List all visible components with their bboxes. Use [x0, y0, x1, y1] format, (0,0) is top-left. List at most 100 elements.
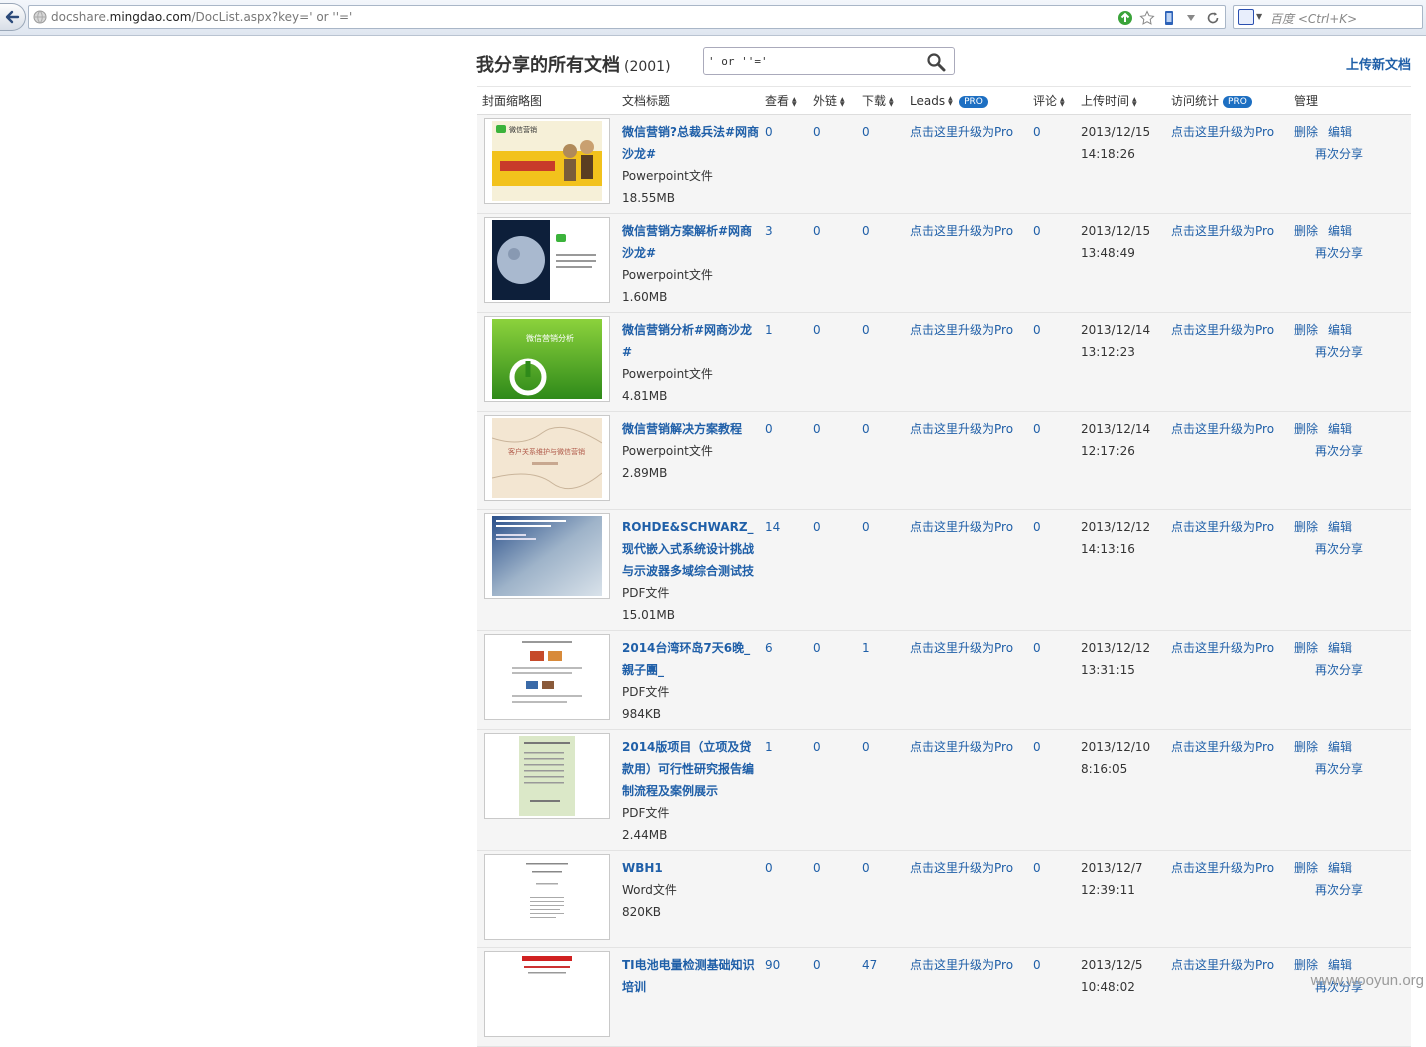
- downloads-count[interactable]: 0: [862, 740, 870, 754]
- document-thumbnail[interactable]: [484, 951, 610, 1037]
- document-thumbnail[interactable]: [484, 513, 610, 599]
- external-count[interactable]: 0: [813, 323, 821, 337]
- edit-link[interactable]: 编辑: [1328, 641, 1352, 655]
- downloads-count[interactable]: 0: [862, 125, 870, 139]
- reshare-link[interactable]: 再次分享: [1294, 341, 1401, 363]
- downloads-count[interactable]: 47: [862, 958, 877, 972]
- external-count[interactable]: 0: [813, 422, 821, 436]
- external-count[interactable]: 0: [813, 861, 821, 875]
- document-thumbnail[interactable]: 微信营销分析: [484, 316, 610, 402]
- column-header-leads[interactable]: Leads▲▼PRO: [905, 87, 1028, 115]
- column-header-views[interactable]: 查看▲▼: [760, 87, 808, 115]
- views-count[interactable]: 1: [765, 323, 773, 337]
- downloads-count[interactable]: 0: [862, 520, 870, 534]
- reshare-link[interactable]: 再次分享: [1294, 440, 1401, 462]
- document-thumbnail[interactable]: [484, 217, 610, 303]
- external-count[interactable]: 0: [813, 520, 821, 534]
- downloads-count[interactable]: 0: [862, 422, 870, 436]
- leads-upgrade-link[interactable]: 点击这里升级为Pro: [910, 422, 1013, 436]
- search-icon[interactable]: [926, 52, 946, 72]
- document-title-link[interactable]: 2014版项目（立项及贷款用）可行性研究报告编制流程及案例展示: [622, 736, 760, 802]
- document-title-link[interactable]: 微信营销分析#网商沙龙#: [622, 319, 760, 363]
- stats-upgrade-link[interactable]: 点击这里升级为Pro: [1171, 740, 1274, 754]
- dropdown-icon[interactable]: [1183, 10, 1199, 26]
- downloads-count[interactable]: 1: [862, 641, 870, 655]
- leads-upgrade-link[interactable]: 点击这里升级为Pro: [910, 740, 1013, 754]
- document-title-link[interactable]: 微信营销?总裁兵法#网商沙龙#: [622, 121, 760, 165]
- views-count[interactable]: 0: [765, 125, 773, 139]
- edit-link[interactable]: 编辑: [1328, 125, 1352, 139]
- edit-link[interactable]: 编辑: [1328, 958, 1352, 972]
- column-header-external[interactable]: 外链▲▼: [808, 87, 857, 115]
- address-bar[interactable]: docshare.mingdao.com/DocList.aspx?key=' …: [28, 5, 1226, 29]
- delete-link[interactable]: 删除: [1294, 641, 1318, 655]
- green-go-icon[interactable]: [1117, 10, 1133, 26]
- browser-search-bar[interactable]: ▼ 百度 <Ctrl+K>: [1233, 5, 1423, 29]
- views-count[interactable]: 3: [765, 224, 773, 238]
- leads-upgrade-link[interactable]: 点击这里升级为Pro: [910, 641, 1013, 655]
- stats-upgrade-link[interactable]: 点击这里升级为Pro: [1171, 224, 1274, 238]
- views-count[interactable]: 14: [765, 520, 780, 534]
- edit-link[interactable]: 编辑: [1328, 861, 1352, 875]
- document-title-link[interactable]: 2014台湾环岛7天6晚_親子團_: [622, 637, 760, 681]
- external-count[interactable]: 0: [813, 641, 821, 655]
- downloads-count[interactable]: 0: [862, 224, 870, 238]
- edit-link[interactable]: 编辑: [1328, 224, 1352, 238]
- search-engine-dropdown-icon[interactable]: ▼: [1256, 12, 1262, 21]
- document-thumbnail[interactable]: 客户关系维护与微信营销: [484, 415, 610, 501]
- leads-upgrade-link[interactable]: 点击这里升级为Pro: [910, 520, 1013, 534]
- leads-upgrade-link[interactable]: 点击这里升级为Pro: [910, 861, 1013, 875]
- document-thumbnail[interactable]: [484, 634, 610, 720]
- mobile-icon[interactable]: [1161, 10, 1177, 26]
- column-header-upload-time[interactable]: 上传时间▲▼: [1076, 87, 1166, 115]
- delete-link[interactable]: 删除: [1294, 125, 1318, 139]
- comments-count[interactable]: 0: [1033, 520, 1041, 534]
- external-count[interactable]: 0: [813, 740, 821, 754]
- edit-link[interactable]: 编辑: [1328, 740, 1352, 754]
- reshare-link[interactable]: 再次分享: [1294, 659, 1401, 681]
- delete-link[interactable]: 删除: [1294, 958, 1318, 972]
- external-count[interactable]: 0: [813, 125, 821, 139]
- document-thumbnail[interactable]: [484, 733, 610, 819]
- stats-upgrade-link[interactable]: 点击这里升级为Pro: [1171, 861, 1274, 875]
- comments-count[interactable]: 0: [1033, 323, 1041, 337]
- reshare-link[interactable]: 再次分享: [1294, 758, 1401, 780]
- stats-upgrade-link[interactable]: 点击这里升级为Pro: [1171, 520, 1274, 534]
- comments-count[interactable]: 0: [1033, 740, 1041, 754]
- document-title-link[interactable]: ROHDE&SCHWARZ_现代嵌入式系统设计挑战与示波器多域综合测试技: [622, 516, 760, 582]
- column-header-downloads[interactable]: 下载▲▼: [857, 87, 905, 115]
- views-count[interactable]: 90: [765, 958, 780, 972]
- comments-count[interactable]: 0: [1033, 422, 1041, 436]
- edit-link[interactable]: 编辑: [1328, 422, 1352, 436]
- stats-upgrade-link[interactable]: 点击这里升级为Pro: [1171, 422, 1274, 436]
- document-thumbnail[interactable]: [484, 854, 610, 940]
- views-count[interactable]: 6: [765, 641, 773, 655]
- leads-upgrade-link[interactable]: 点击这里升级为Pro: [910, 958, 1013, 972]
- back-button[interactable]: [0, 3, 26, 31]
- comments-count[interactable]: 0: [1033, 958, 1041, 972]
- document-title-link[interactable]: WBH1: [622, 857, 760, 879]
- delete-link[interactable]: 删除: [1294, 740, 1318, 754]
- column-header-comments[interactable]: 评论▲▼: [1028, 87, 1076, 115]
- document-title-link[interactable]: 微信营销方案解析#网商沙龙#: [622, 220, 760, 264]
- stats-upgrade-link[interactable]: 点击这里升级为Pro: [1171, 125, 1274, 139]
- delete-link[interactable]: 删除: [1294, 520, 1318, 534]
- leads-upgrade-link[interactable]: 点击这里升级为Pro: [910, 125, 1013, 139]
- delete-link[interactable]: 删除: [1294, 422, 1318, 436]
- leads-upgrade-link[interactable]: 点击这里升级为Pro: [910, 224, 1013, 238]
- stats-upgrade-link[interactable]: 点击这里升级为Pro: [1171, 641, 1274, 655]
- delete-link[interactable]: 删除: [1294, 861, 1318, 875]
- views-count[interactable]: 0: [765, 861, 773, 875]
- reshare-link[interactable]: 再次分享: [1294, 143, 1401, 165]
- leads-upgrade-link[interactable]: 点击这里升级为Pro: [910, 323, 1013, 337]
- views-count[interactable]: 0: [765, 422, 773, 436]
- edit-link[interactable]: 编辑: [1328, 323, 1352, 337]
- external-count[interactable]: 0: [813, 224, 821, 238]
- upload-new-document-link[interactable]: 上传新文档: [1346, 54, 1411, 73]
- baidu-paw-icon[interactable]: [1238, 9, 1254, 25]
- refresh-icon[interactable]: [1205, 10, 1221, 26]
- comments-count[interactable]: 0: [1033, 125, 1041, 139]
- views-count[interactable]: 1: [765, 740, 773, 754]
- reshare-link[interactable]: 再次分享: [1294, 538, 1401, 560]
- delete-link[interactable]: 删除: [1294, 224, 1318, 238]
